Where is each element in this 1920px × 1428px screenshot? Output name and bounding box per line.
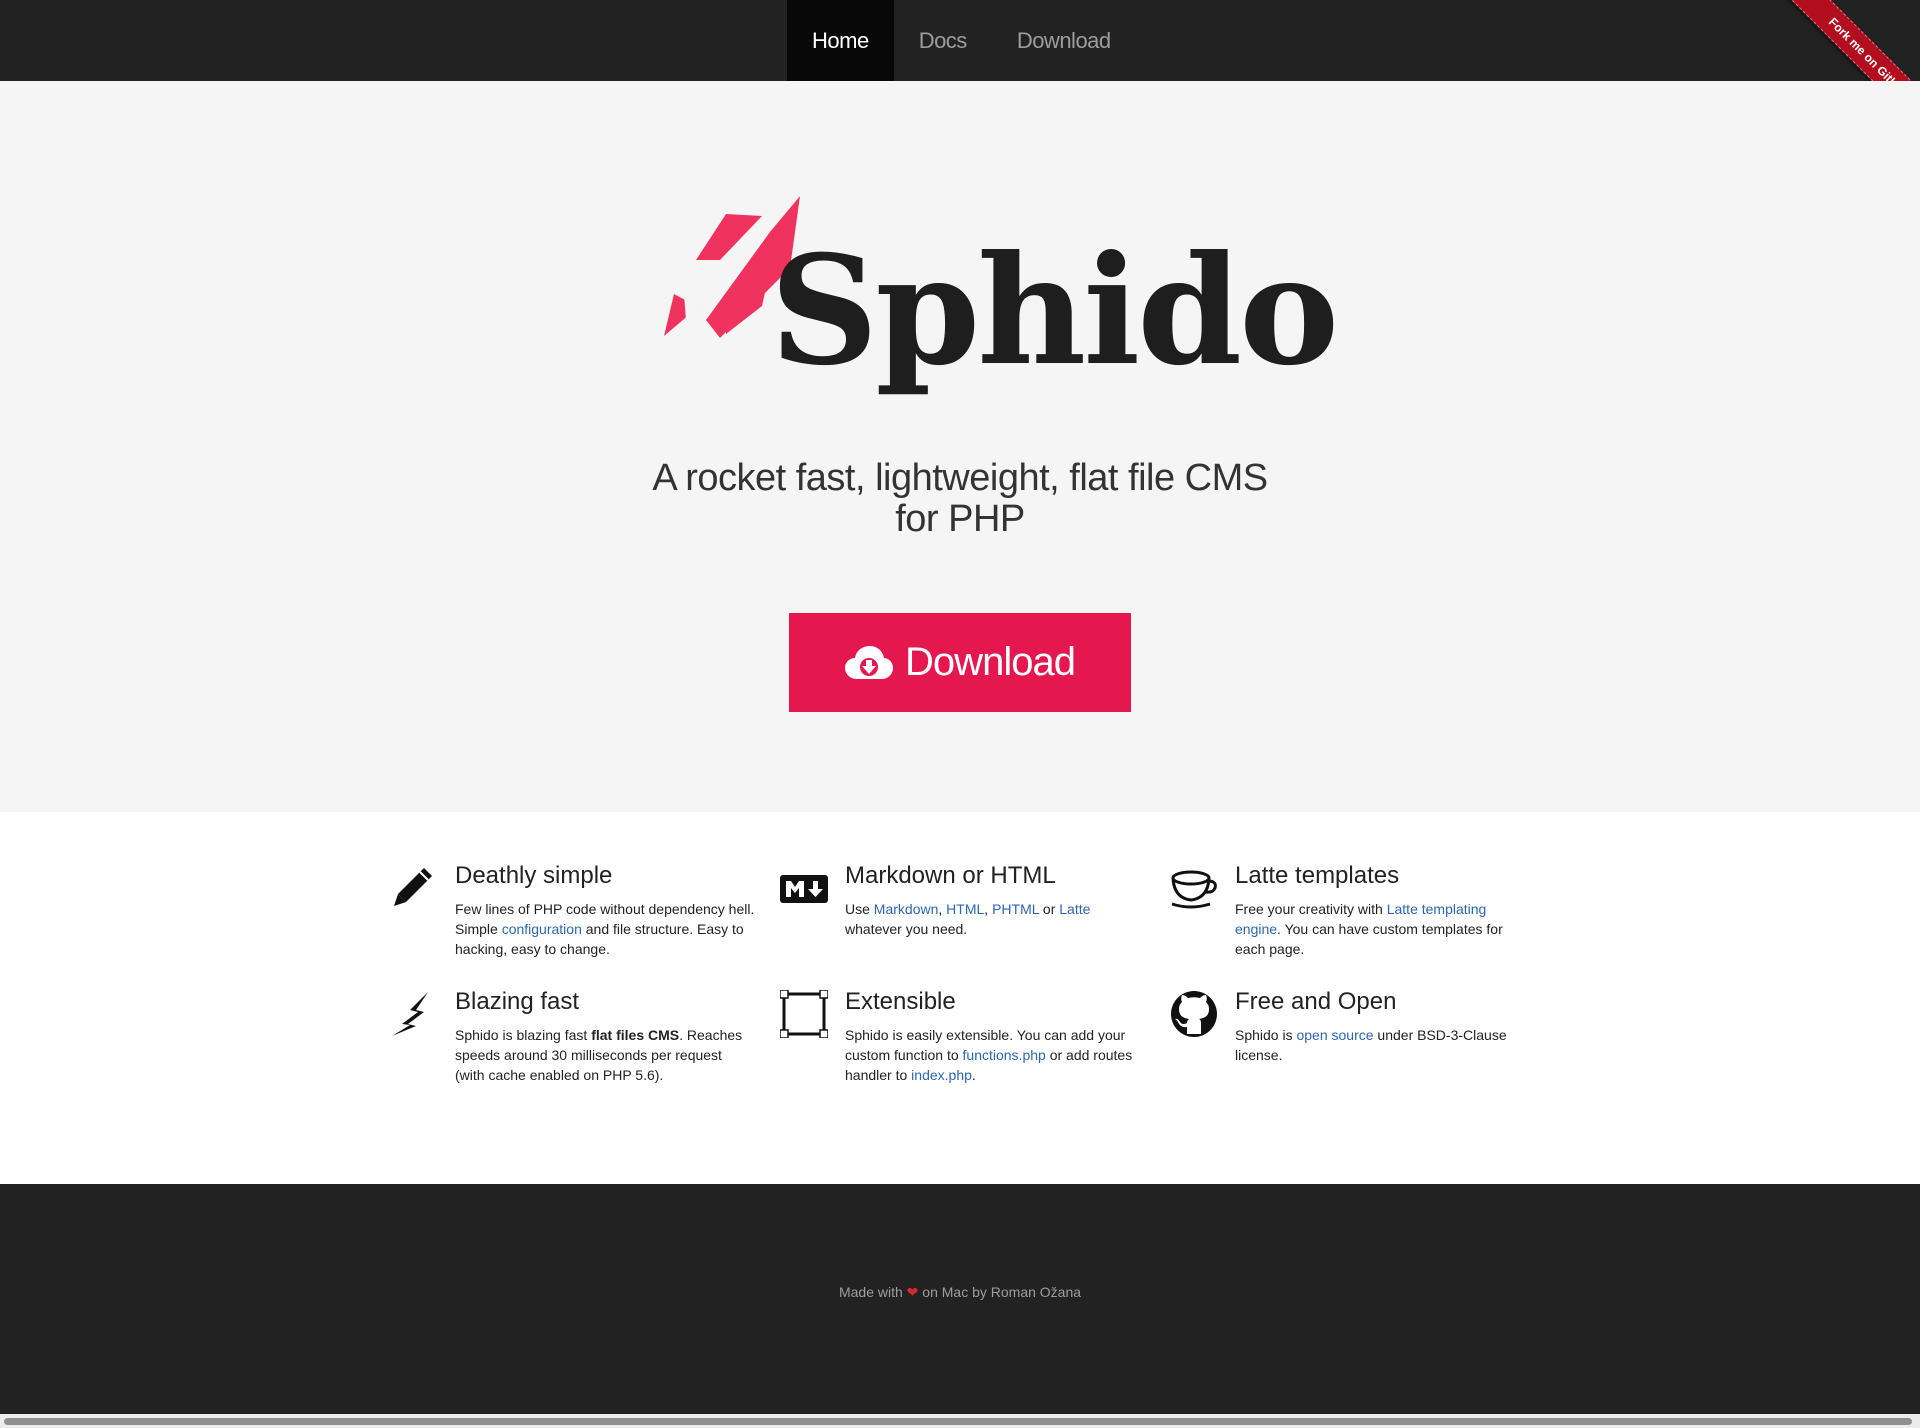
feature-title: Free and Open xyxy=(1235,988,1397,1015)
feature-title: Blazing fast xyxy=(455,988,580,1015)
feature-description: Use Markdown, HTML, PHTML or Latte whate… xyxy=(845,899,1145,939)
configuration-link[interactable]: configuration xyxy=(502,921,582,937)
nav-item-home[interactable]: Home xyxy=(787,0,894,81)
nav-item-download[interactable]: Download xyxy=(992,0,1136,81)
index-php-link[interactable]: index.php xyxy=(911,1067,972,1083)
desc-text: or xyxy=(1039,901,1060,917)
latte-link[interactable]: Latte xyxy=(1059,901,1090,917)
coffee-cup-icon xyxy=(1171,870,1217,909)
markdown-link[interactable]: Markdown xyxy=(874,901,939,917)
desc-text: , xyxy=(938,901,947,917)
footer-author: on Mac by Roman Ožana xyxy=(922,1284,1082,1300)
tagline-line-1: A rocket fast, lightweight, flat file CM… xyxy=(652,457,1268,499)
horizontal-scrollbar[interactable] xyxy=(0,1414,1920,1428)
open-source-link[interactable]: open source xyxy=(1296,1027,1373,1043)
download-button-label: Download xyxy=(905,640,1076,684)
markdown-icon xyxy=(780,875,828,903)
feature-description: Sphido is easily extensible. You can add… xyxy=(845,1025,1145,1085)
desc-bold-text: flat files CMS xyxy=(591,1027,680,1043)
lightning-icon xyxy=(392,992,428,1036)
feature-title: Latte templates xyxy=(1235,862,1400,889)
desc-text: . xyxy=(971,1067,976,1083)
desc-text: Free your creativity with xyxy=(1235,901,1387,917)
logo-wordmark: Sphido xyxy=(770,223,1339,399)
feature-title: Extensible xyxy=(845,988,956,1015)
heart-icon: ❤ xyxy=(906,1284,919,1300)
footer-made-with: Made with xyxy=(838,1284,903,1300)
footer-credit: Made with ❤ on Mac by Roman Ožana xyxy=(0,1284,1920,1301)
github-icon xyxy=(1171,991,1217,1037)
pencil-icon xyxy=(394,868,432,906)
desc-text: Sphido is blazing fast xyxy=(455,1027,592,1043)
tagline-line-2: for PHP xyxy=(895,498,1025,540)
top-navbar: Home Docs Download xyxy=(0,0,1920,81)
desc-text: whatever you need. xyxy=(845,921,968,937)
hero-section: Sphido A rocket fast, lightweight, flat … xyxy=(0,81,1920,812)
sphido-logo: Sphido xyxy=(650,196,1339,426)
download-button[interactable]: Download xyxy=(789,613,1131,712)
phtml-link[interactable]: PHTML xyxy=(992,901,1039,917)
main-nav: Home Docs Download xyxy=(787,0,1136,81)
feature-description: Sphido is blazing fast flat files CMS. R… xyxy=(455,1025,755,1085)
footer: Made with ❤ on Mac by Roman Ožana xyxy=(0,1184,1920,1414)
feature-description: Free your creativity with Latte templati… xyxy=(1235,899,1535,959)
feature-description: Few lines of PHP code without dependency… xyxy=(455,899,755,959)
feature-title: Deathly simple xyxy=(455,862,613,889)
html-link[interactable]: HTML xyxy=(946,901,984,917)
cloud-download-icon xyxy=(845,645,894,679)
nav-item-docs[interactable]: Docs xyxy=(894,0,992,81)
desc-text: Sphido is xyxy=(1235,1027,1297,1043)
functions-php-link[interactable]: functions.php xyxy=(963,1047,1046,1063)
desc-text: Use xyxy=(845,901,874,917)
hero-tagline: A rocket fast, lightweight, flat file CM… xyxy=(0,458,1920,540)
feature-title: Markdown or HTML xyxy=(845,862,1056,889)
feature-description: Sphido is open source under BSD-3-Clause… xyxy=(1235,1025,1535,1065)
expand-square-icon xyxy=(780,990,828,1038)
features-section: Deathly simple Few lines of PHP code wit… xyxy=(0,812,1920,1184)
desc-text: , xyxy=(984,901,993,917)
scrollbar-thumb[interactable] xyxy=(4,1418,1912,1425)
